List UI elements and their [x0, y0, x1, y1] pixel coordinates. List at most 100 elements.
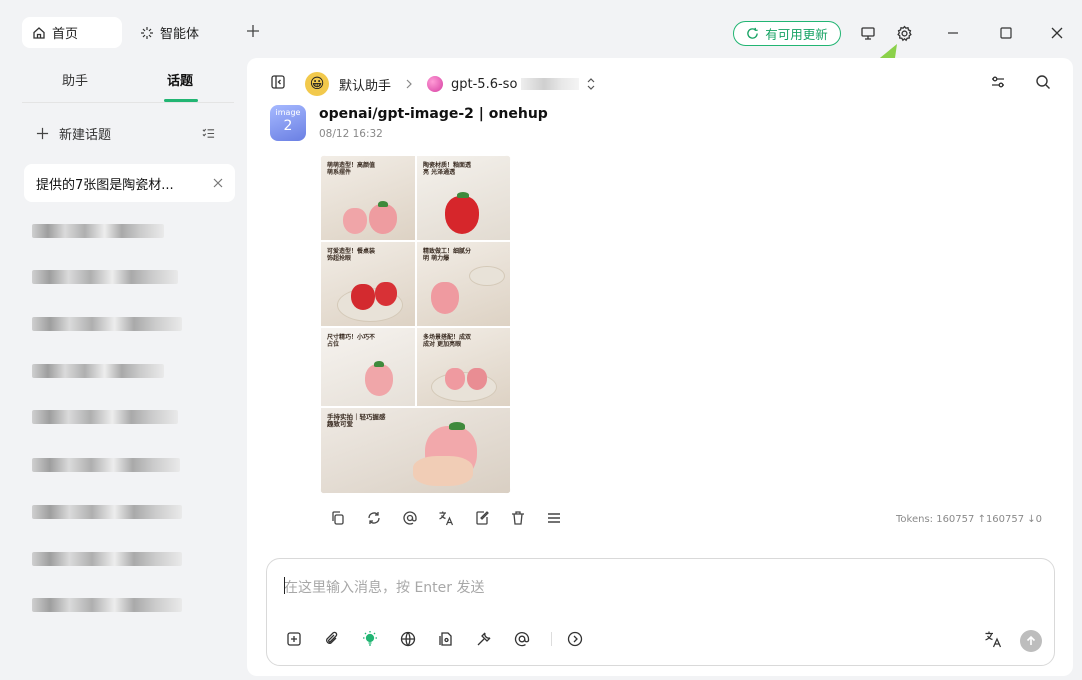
plus-icon [36, 127, 49, 140]
chevron-updown-icon[interactable] [587, 78, 595, 90]
image-caption: 手持实拍｜轻巧握感 趣致可爱 [327, 413, 386, 428]
knowledge-base-icon[interactable] [437, 630, 455, 648]
add-tab-button[interactable] [245, 23, 261, 39]
sidebar-tab-assistants[interactable]: 助手 [62, 70, 88, 89]
chat-settings-button[interactable] [990, 74, 1006, 90]
image-caption: 尺寸精巧！小巧不占位 [327, 334, 376, 348]
plate-shape [469, 266, 505, 286]
strawberry-figure [445, 196, 479, 234]
model-avatar-text-top: image [275, 108, 301, 117]
maximize-icon [999, 26, 1013, 40]
image-panel: 手持实拍｜轻巧握感 趣致可爱 [320, 407, 511, 494]
trash-icon[interactable] [510, 510, 526, 526]
image-panel: 多场景搭配！成双成对 更加亮眼 [416, 327, 511, 407]
update-available-button[interactable]: 有可用更新 [733, 21, 841, 46]
strawberry-figure [351, 284, 375, 310]
translate-icon [984, 630, 1002, 648]
message-model-name: openai/gpt-image-2 | onehup [319, 106, 548, 122]
toggle-sidebar-button[interactable] [270, 74, 286, 90]
message-timestamp: 08/12 16:32 [319, 128, 383, 140]
model-avatar-text-bottom: 2 [283, 118, 293, 134]
mention-icon[interactable] [402, 510, 418, 526]
edit-note-icon[interactable] [474, 510, 490, 526]
model-name-redacted [521, 78, 580, 90]
menu-icon[interactable] [546, 510, 562, 526]
sidebar-collapse-icon [270, 74, 286, 90]
strawberry-figure [369, 204, 397, 234]
maximize-button[interactable] [995, 22, 1017, 44]
chevron-circle-right-icon[interactable] [566, 630, 584, 648]
leaf-shape [449, 422, 465, 430]
send-button[interactable] [1020, 630, 1042, 652]
leaf-shape [374, 361, 384, 367]
tab-home-label: 首页 [52, 27, 79, 42]
generated-image[interactable]: 萌萌造型！高颜值萌系摆件 陶瓷材质！釉面透亮 光泽通透 可爱造型！餐桌装饰超抢眼… [320, 155, 511, 494]
image-panel: 萌萌造型！高颜值萌系摆件 [320, 155, 416, 241]
topic-item-redacted[interactable] [32, 224, 164, 238]
toolbar-separator [551, 632, 552, 646]
gear-icon [896, 25, 913, 42]
image-caption: 萌萌造型！高颜值萌系摆件 [327, 162, 376, 176]
minimize-button[interactable] [942, 22, 964, 44]
strawberry-figure [467, 368, 487, 390]
refresh-icon [746, 27, 759, 40]
close-icon [1050, 26, 1064, 40]
new-context-icon[interactable] [285, 630, 303, 648]
minimize-icon [946, 26, 960, 40]
sliders-icon [990, 74, 1006, 90]
topic-item-active[interactable]: 提供的7张图是陶瓷材... [24, 164, 235, 202]
tools-icon[interactable] [475, 630, 493, 648]
list-sort-icon [202, 127, 215, 140]
attachment-icon[interactable] [323, 630, 341, 648]
strawberry-figure [343, 208, 367, 234]
copy-icon[interactable] [330, 510, 346, 526]
model-selector[interactable]: gpt-5.6-so [451, 77, 517, 92]
topic-item-redacted[interactable] [32, 410, 178, 424]
breadcrumb: 😀 默认助手 gpt-5.6-so [305, 72, 595, 96]
translate-input-button[interactable] [984, 630, 1002, 648]
arrow-up-icon [1025, 635, 1037, 647]
regenerate-icon[interactable] [366, 510, 382, 526]
topic-item-redacted[interactable] [32, 270, 178, 284]
close-window-button[interactable] [1046, 22, 1068, 44]
input-toolbar [285, 630, 604, 648]
lightbulb-icon[interactable] [361, 630, 379, 648]
strawberry-figure [375, 282, 397, 306]
plus-icon [245, 23, 261, 39]
image-panel: 陶瓷材质！釉面透亮 光泽通透 [416, 155, 511, 241]
chevron-right-icon [405, 79, 413, 89]
image-caption: 陶瓷材质！釉面透亮 光泽通透 [423, 162, 472, 176]
close-icon[interactable] [213, 178, 223, 188]
topic-item-redacted[interactable] [32, 458, 180, 472]
message-actions [330, 510, 582, 526]
tab-agents[interactable]: 智能体 [130, 17, 209, 48]
search-button[interactable] [1035, 74, 1051, 90]
image-panel: 尺寸精巧！小巧不占位 [320, 327, 416, 407]
assistant-name[interactable]: 默认助手 [339, 75, 391, 94]
topic-item-redacted[interactable] [32, 598, 182, 612]
new-topic-label: 新建话题 [59, 128, 112, 143]
message-input-box[interactable] [266, 558, 1055, 666]
topic-item-redacted[interactable] [32, 364, 164, 378]
tab-home[interactable]: 首页 [22, 17, 122, 48]
message-input-placeholder[interactable]: 在这里输入消息，按 Enter 发送 [284, 577, 484, 597]
monitor-icon [860, 25, 876, 41]
token-count: Tokens: 160757 ↑160757 ↓0 [896, 514, 1043, 525]
home-icon [32, 26, 46, 40]
sidebar-tab-topics[interactable]: 话题 [167, 70, 193, 89]
new-topic-button[interactable]: 新建话题 [36, 124, 111, 143]
assistant-avatar[interactable]: 😀 [305, 72, 329, 96]
globe-icon[interactable] [399, 630, 417, 648]
image-caption: 多场景搭配！成双成对 更加亮眼 [423, 334, 472, 348]
image-caption: 可爱造型！餐桌装饰超抢眼 [327, 248, 376, 262]
topic-filter-button[interactable] [202, 127, 215, 140]
topic-item-redacted[interactable] [32, 552, 182, 566]
model-icon [427, 76, 444, 92]
topic-item-redacted[interactable] [32, 505, 182, 519]
mention-icon[interactable] [513, 630, 531, 648]
sidebar-divider [22, 102, 234, 103]
translate-icon[interactable] [438, 510, 454, 526]
strawberry-figure [365, 364, 393, 396]
topic-item-redacted[interactable] [32, 317, 182, 331]
image-panel: 精致做工！细腻分明 萌力爆 [416, 241, 511, 327]
